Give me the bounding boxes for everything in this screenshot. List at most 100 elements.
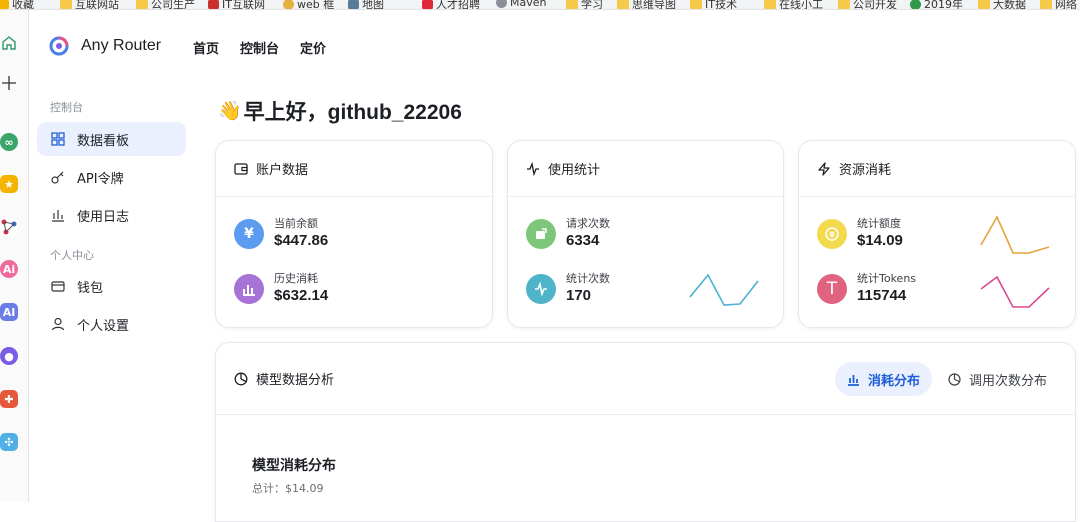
account-data-card: 账户数据 ¥ 当前余额 $447.86 历史消耗 $632.14: [215, 140, 493, 328]
greeting-text: 早上好，github_22206: [243, 101, 462, 124]
wallet-icon: [51, 279, 65, 293]
stat-label: 当前余额: [274, 217, 318, 230]
folder-icon: [764, 0, 776, 9]
site-icon: [208, 0, 219, 9]
bookmark-item[interactable]: Maven: [496, 0, 546, 9]
bookmark-item[interactable]: 学习: [566, 0, 603, 9]
bookmark-item[interactable]: 大数据: [978, 0, 1026, 9]
card-header: 使用统计: [508, 141, 783, 197]
model-analysis-card: 模型数据分析 消耗分布 调用次数分布 模型消耗分布 总计：$14.09: [215, 342, 1076, 522]
stat-value: $632.14: [274, 287, 329, 304]
chart-total: 总计：$14.09: [252, 482, 324, 495]
nav-pricing[interactable]: 定价: [300, 38, 326, 57]
stat-balance: ¥ 当前余额 $447.86: [234, 217, 328, 251]
folder-icon: [838, 0, 850, 9]
user-icon: [51, 317, 65, 331]
stat-value: 170: [566, 287, 592, 304]
sidebar: 控制台 数据看板 API令牌 使用日志 个人中心 钱包 个人设置: [29, 72, 201, 502]
ai-app-icon[interactable]: Ai: [0, 260, 18, 278]
plus-icon[interactable]: [0, 74, 18, 92]
bookmark-item[interactable]: web 框: [283, 0, 334, 9]
nav-home[interactable]: 首页: [193, 38, 219, 57]
pie-chart-icon: [234, 372, 248, 386]
bookmark-item[interactable]: 2019年: [910, 0, 963, 9]
globe-icon: [496, 0, 507, 8]
stat-label: 统计Tokens: [857, 272, 917, 285]
sidebar-item-dashboard[interactable]: 数据看板: [37, 122, 186, 156]
grid-app-icon[interactable]: ✣: [0, 433, 18, 451]
folder-icon: [978, 0, 990, 9]
tab-call-distribution[interactable]: 调用次数分布: [936, 362, 1059, 396]
folder-icon: [617, 0, 629, 9]
bookmark-item[interactable]: 收藏: [0, 0, 34, 9]
chart-icon: [348, 0, 359, 9]
sidebar-item-label: 使用日志: [77, 209, 130, 225]
chart-title: 模型消耗分布: [252, 458, 336, 474]
bookmark-item[interactable]: IT技术: [690, 0, 737, 9]
nav-console[interactable]: 控制台: [240, 38, 279, 57]
network-app-icon[interactable]: [0, 218, 18, 236]
sidebar-item-label: API令牌: [77, 171, 124, 187]
wallet-icon: [234, 162, 248, 176]
card-title: 模型数据分析: [256, 373, 335, 388]
stat-value: 6334: [566, 232, 600, 249]
bookmark-item[interactable]: 人才招聘: [422, 0, 480, 9]
ai-app-icon[interactable]: AI: [0, 303, 18, 321]
site-icon: [910, 0, 921, 9]
stat-value: $14.09: [857, 232, 903, 249]
page-greeting: 👋 早上好，github_22206: [218, 96, 462, 126]
card-title: 账户数据: [256, 163, 309, 178]
tab-consumption-distribution[interactable]: 消耗分布: [835, 362, 933, 396]
dashboard-icon: [51, 132, 65, 146]
stat-label: 历史消耗: [274, 272, 318, 285]
stat-label: 请求次数: [566, 217, 610, 230]
home-icon[interactable]: [0, 34, 18, 52]
brand-name[interactable]: Any Router: [81, 37, 161, 55]
bot-app-icon[interactable]: ●: [0, 347, 18, 365]
sidebar-item-api-token[interactable]: API令牌: [37, 160, 186, 194]
stat-value: 115744: [857, 287, 907, 304]
bookmark-item[interactable]: 公司生产: [136, 0, 195, 9]
sidebar-section-console: 控制台: [50, 101, 83, 114]
usage-stats-card: 使用统计 请求次数 6334 统计次数 170: [507, 140, 784, 328]
folder-icon: [1040, 0, 1052, 9]
bookmarks-bar: 收藏 互联网站 公司生产 IT互联网 web 框 地图 人才招聘 Maven 学…: [0, 0, 1080, 10]
sparkline-quota: [980, 215, 1050, 254]
card-header: 账户数据: [216, 141, 492, 197]
sidebar-section-personal: 个人中心: [50, 249, 94, 262]
sidebar-item-wallet[interactable]: 钱包: [37, 269, 186, 303]
bookmark-item[interactable]: 网络: [1040, 0, 1077, 9]
sparkline-usage: [689, 273, 759, 306]
sidebar-item-usage-log[interactable]: 使用日志: [37, 198, 186, 232]
resource-consumption-card: 资源消耗 ¥ 统计额度 $14.09 T 统计Tokens 115744: [798, 140, 1076, 328]
tab-label: 调用次数分布: [969, 373, 1048, 389]
coin-icon: ¥: [817, 219, 847, 249]
star-app-icon[interactable]: ★: [0, 175, 18, 193]
game-app-icon[interactable]: ✚: [0, 390, 18, 408]
card-header: 资源消耗: [799, 141, 1075, 197]
sidebar-item-label: 个人设置: [77, 318, 130, 334]
sidebar-item-settings[interactable]: 个人设置: [37, 307, 186, 341]
svg-text:¥: ¥: [829, 231, 835, 240]
bookmark-item[interactable]: 在线小工: [764, 0, 823, 9]
stat-label: 统计额度: [857, 217, 901, 230]
card-title: 使用统计: [548, 163, 601, 178]
chart-icon: [51, 208, 65, 222]
bookmark-item[interactable]: IT互联网: [208, 0, 265, 9]
stat-value: $447.86: [274, 232, 329, 249]
wave-emoji: 👋: [218, 101, 242, 122]
bar-chart-icon: [234, 274, 264, 304]
bookmark-item[interactable]: 地图: [348, 0, 384, 9]
link-app-icon[interactable]: ∞: [0, 133, 18, 151]
sidebar-item-label: 数据看板: [77, 133, 130, 149]
yen-icon: ¥: [234, 219, 264, 249]
stat-tokens: T 统计Tokens 115744: [817, 272, 916, 306]
bookmark-item[interactable]: 互联网站: [60, 0, 119, 9]
bookmark-item[interactable]: 公司开发: [838, 0, 897, 9]
stat-label: 统计次数: [566, 272, 610, 285]
brand-logo-icon[interactable]: [49, 36, 69, 56]
bolt-icon: [817, 161, 831, 176]
pulse-icon: [526, 161, 540, 176]
bookmark-item[interactable]: 思维导图: [617, 0, 676, 9]
pie-chart-icon: [948, 372, 961, 386]
